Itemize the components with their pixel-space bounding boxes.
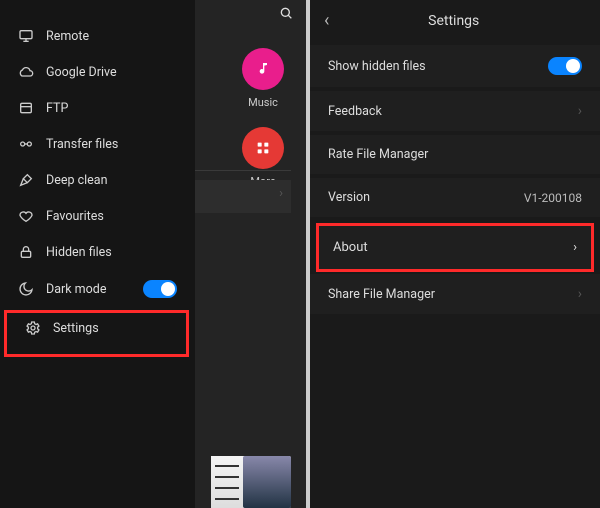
dark-mode-toggle[interactable] xyxy=(143,280,177,298)
row-version: Version V1-200108 xyxy=(310,178,600,217)
thumbnail[interactable] xyxy=(211,456,291,508)
sidebar-item-label: Dark mode xyxy=(46,282,106,297)
show-hidden-toggle[interactable] xyxy=(548,57,582,75)
heart-icon xyxy=(18,208,34,224)
apps-icon xyxy=(242,127,284,169)
row-share-file-manager[interactable]: Share File Manager › xyxy=(310,274,600,314)
row-label: Share File Manager xyxy=(328,287,435,302)
cloud-icon xyxy=(18,64,34,80)
version-value: V1-200108 xyxy=(524,191,582,205)
launcher-strip: Music More xyxy=(195,0,310,508)
search-bar[interactable] xyxy=(195,0,306,30)
sidebar-item-hidden-files[interactable]: Hidden files xyxy=(0,234,195,270)
moon-icon xyxy=(18,281,34,297)
row-label: Rate File Manager xyxy=(328,147,428,162)
settings-panel: ‹ Settings Show hidden files Feedback › … xyxy=(310,0,600,508)
row-rate-file-manager[interactable]: Rate File Manager xyxy=(310,135,600,174)
sidebar-item-label: Hidden files xyxy=(46,245,112,260)
sidebar-item-favourites[interactable]: Favourites xyxy=(0,198,195,234)
chevron-right-icon: › xyxy=(573,240,577,255)
chevron-right-icon: › xyxy=(578,103,582,119)
lock-icon xyxy=(18,244,34,260)
row-about[interactable]: About › xyxy=(316,223,594,272)
row-show-hidden-files[interactable]: Show hidden files xyxy=(310,45,600,87)
sidebar-item-label: Remote xyxy=(46,29,89,44)
sidebar-item-label: Deep clean xyxy=(46,173,108,188)
transfer-icon xyxy=(18,136,34,152)
list-item[interactable] xyxy=(195,180,291,213)
sidebar-item-label: Google Drive xyxy=(46,65,117,80)
sidebar: Remote Google Drive FTP Transfer files D… xyxy=(0,0,195,508)
gear-icon xyxy=(25,320,41,336)
sidebar-item-deep-clean[interactable]: Deep clean xyxy=(0,162,195,198)
sidebar-item-label: Favourites xyxy=(46,209,104,224)
row-label: About xyxy=(333,240,368,255)
sidebar-item-ftp[interactable]: FTP xyxy=(0,90,195,126)
sidebar-item-label: FTP xyxy=(46,101,68,116)
row-label: Version xyxy=(328,190,370,205)
monitor-icon xyxy=(18,28,34,44)
page-title: Settings xyxy=(321,13,586,29)
sidebar-item-label: Settings xyxy=(53,321,99,336)
search-icon xyxy=(278,5,294,25)
broom-icon xyxy=(18,172,34,188)
sidebar-item-dark-mode[interactable]: Dark mode xyxy=(0,270,195,308)
ftp-icon xyxy=(18,100,34,116)
row-feedback[interactable]: Feedback › xyxy=(310,91,600,131)
sidebar-item-settings[interactable]: Settings xyxy=(4,310,189,357)
divider xyxy=(195,170,291,171)
sidebar-item-remote[interactable]: Remote xyxy=(0,18,195,54)
row-label: Feedback xyxy=(328,104,382,119)
music-icon xyxy=(242,48,284,90)
sidebar-item-transfer-files[interactable]: Transfer files xyxy=(0,126,195,162)
settings-header: ‹ Settings xyxy=(310,0,600,45)
sidebar-item-google-drive[interactable]: Google Drive xyxy=(0,54,195,90)
launcher-item-music[interactable]: Music xyxy=(242,48,284,109)
chevron-right-icon: › xyxy=(578,286,582,302)
launcher-item-more[interactable]: More xyxy=(242,127,284,188)
sidebar-item-label: Transfer files xyxy=(46,137,118,152)
launcher-item-label: Music xyxy=(248,96,278,109)
row-label: Show hidden files xyxy=(328,59,426,74)
